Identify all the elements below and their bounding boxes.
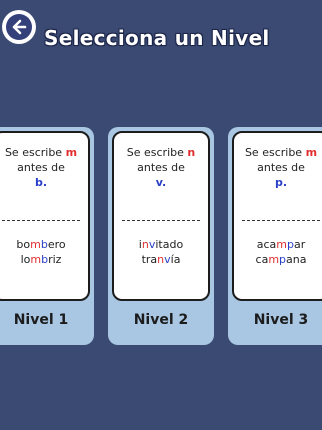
level-label: Nivel 3 [253,312,309,328]
rule-panel: Se escribe n antes de v. invitado tranví… [112,131,210,301]
rule-letter: n [187,146,196,159]
example-word: acampar [256,238,306,251]
rule-text: Se escribe m antes de b. [4,146,78,189]
level-label: Nivel 1 [13,312,69,328]
back-button-circle [6,14,32,40]
divider [122,220,200,221]
page-title: Selecciona un Nivel [44,26,270,50]
example-word: tranvía [141,253,181,266]
level-card-2[interactable]: Se escribe n antes de v. invitado tranví… [108,127,214,345]
arrow-left-icon [12,19,27,35]
rule-next-letter: v. [155,176,167,189]
rule-letter: m [305,146,318,159]
example-word: campana [255,253,307,266]
rule-panel: Se escribe m antes de b. bombero lombriz [0,131,90,301]
back-button[interactable] [2,10,36,44]
rule-text: Se escribe m antes de p. [244,146,318,189]
rule-text: Se escribe n antes de v. [126,146,196,189]
level-card-3[interactable]: Se escribe m antes de p. acampar campana… [228,127,322,345]
examples: invitado tranvía [114,237,208,267]
examples: acampar campana [234,237,322,267]
rule-next-letter: p. [274,176,288,189]
divider [2,220,80,221]
examples: bombero lombriz [0,237,88,267]
divider [242,220,320,221]
example-word: bombero [16,238,66,251]
level-card-1[interactable]: Se escribe m antes de b. bombero lombriz… [0,127,94,345]
example-word: invitado [138,238,184,251]
rule-letter: m [65,146,78,159]
rule-next-letter: b. [34,176,48,189]
example-word: lombriz [20,253,62,266]
level-label: Nivel 2 [133,312,189,328]
rule-panel: Se escribe m antes de p. acampar campana [232,131,322,301]
